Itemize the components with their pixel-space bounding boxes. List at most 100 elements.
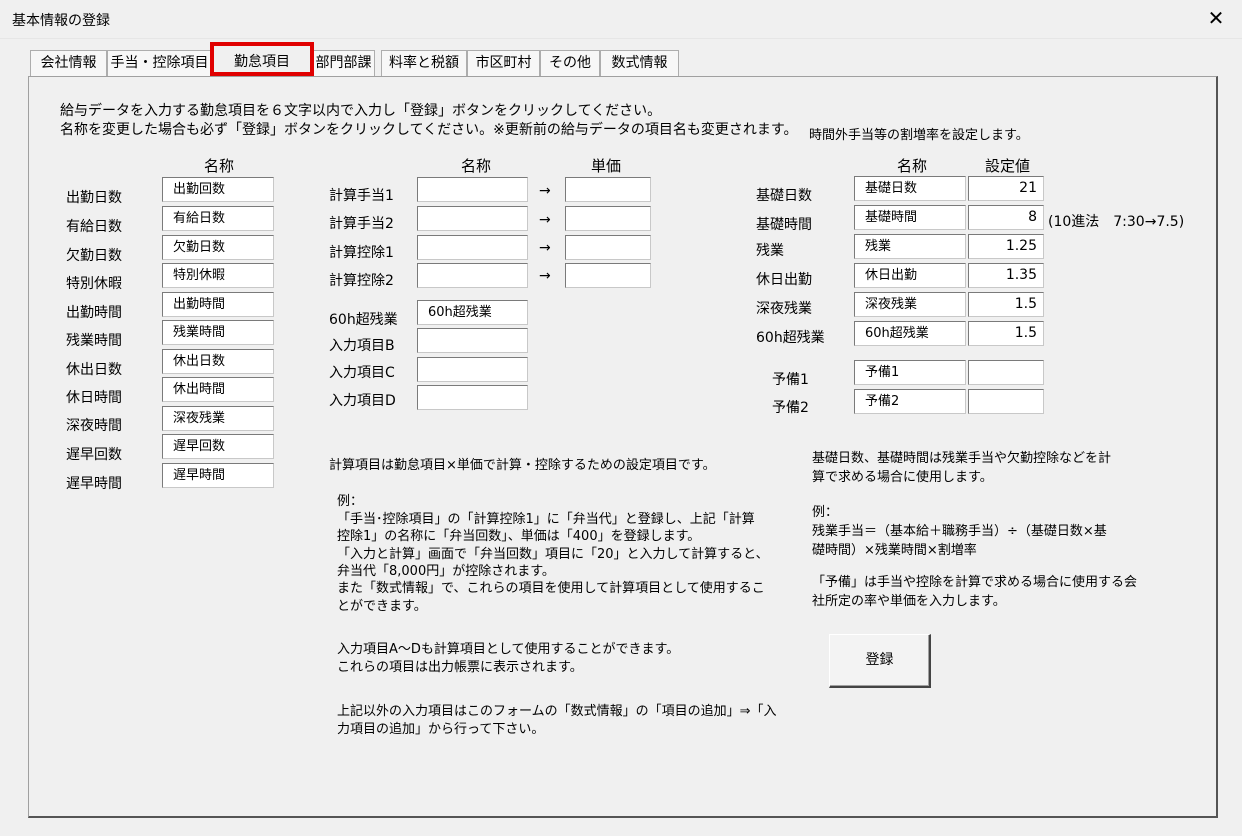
reserve-value-field[interactable] bbox=[968, 360, 1044, 385]
rate-name-field[interactable]: 残業 bbox=[854, 234, 966, 259]
example-line: とができます。 bbox=[337, 599, 427, 614]
intro-line-1: 給与データを入力する勤怠項目を６文字以内で入力し「登録」ボタンをクリックしてくだ… bbox=[60, 103, 662, 119]
attendance-name-field[interactable]: 深夜残業 bbox=[162, 406, 274, 431]
calc-name-field[interactable] bbox=[417, 177, 528, 202]
example-line: 弁当代「8,000円」が控除されます。 bbox=[337, 564, 555, 579]
calc-name-field[interactable] bbox=[417, 235, 528, 260]
input-note-line: 入力項目A～Dも計算項目として使用することができます。 bbox=[337, 642, 680, 657]
calc-price-field[interactable] bbox=[565, 263, 651, 288]
decimal-note: (10進法 7:30→7.5) bbox=[1048, 214, 1185, 230]
left-label: 深夜時間 bbox=[66, 418, 122, 434]
calc-note: 計算項目は勤怠項目×単価で計算・控除するための設定項目です。 bbox=[329, 458, 716, 473]
rate-value-field[interactable]: 1.25 bbox=[968, 234, 1044, 259]
calc-price-field[interactable] bbox=[565, 206, 651, 231]
close-icon[interactable]: ✕ bbox=[1204, 6, 1228, 30]
other-note-line: 力項目の追加」から行って下さい。 bbox=[337, 722, 545, 737]
attendance-name-field[interactable]: 残業時間 bbox=[162, 320, 274, 345]
tab-other[interactable]: その他 bbox=[540, 50, 600, 76]
rate-value-field[interactable]: 1.35 bbox=[968, 263, 1044, 288]
tab-rates-taxes[interactable]: 料率と税額 bbox=[381, 50, 467, 76]
input-name-field[interactable] bbox=[417, 357, 528, 382]
attendance-name-field[interactable]: 欠勤日数 bbox=[162, 235, 274, 260]
left-label: 休出日数 bbox=[66, 362, 122, 378]
calc-label: 計算手当2 bbox=[329, 216, 394, 232]
left-label: 残業時間 bbox=[66, 333, 122, 349]
input-label: 入力項目D bbox=[329, 393, 396, 409]
calc-name-field[interactable] bbox=[417, 263, 528, 288]
rate-label: 60h超残業 bbox=[756, 330, 825, 346]
left-label: 欠勤日数 bbox=[66, 248, 122, 264]
rate-name-field[interactable]: 休日出勤 bbox=[854, 263, 966, 288]
arrow-icon: → bbox=[539, 212, 551, 228]
reserve-name-field[interactable]: 予備1 bbox=[854, 360, 966, 385]
rate-name-field[interactable]: 基礎時間 bbox=[854, 205, 966, 230]
attendance-name-field[interactable]: 特別休暇 bbox=[162, 263, 274, 288]
rate-name-field[interactable]: 60h超残業 bbox=[854, 321, 966, 346]
input-name-field[interactable] bbox=[417, 328, 528, 353]
calc-name-field[interactable] bbox=[417, 206, 528, 231]
tab-attendance[interactable]: 勤怠項目 bbox=[210, 42, 314, 76]
rate-name-field[interactable]: 深夜残業 bbox=[854, 292, 966, 317]
left-label: 出勤時間 bbox=[66, 305, 122, 321]
example-line: 控除1」の名称に「弁当回数」、単価は「400」を登録します。 bbox=[337, 529, 701, 544]
attendance-name-field[interactable]: 休出時間 bbox=[162, 377, 274, 402]
rate-value-field[interactable]: 1.5 bbox=[968, 321, 1044, 346]
middle-header-price: 単価 bbox=[591, 157, 622, 175]
rate-value-field[interactable]: 1.5 bbox=[968, 292, 1044, 317]
input-note-line: これらの項目は出力帳票に表示されます。 bbox=[337, 660, 583, 675]
register-button[interactable]: 登録 bbox=[829, 634, 931, 688]
left-label: 有給日数 bbox=[66, 219, 122, 235]
calc-label: 計算控除2 bbox=[329, 273, 394, 289]
left-label: 休日時間 bbox=[66, 390, 122, 406]
reserve-label: 予備1 bbox=[772, 372, 809, 388]
rate-label: 深夜残業 bbox=[756, 301, 812, 317]
right-header-value: 設定値 bbox=[985, 157, 1031, 175]
reserve-note-line: 「予備」は手当や控除を計算で求める場合に使用する会 bbox=[812, 575, 1138, 590]
rate-caption: 時間外手当等の割増率を設定します。 bbox=[809, 128, 1029, 143]
input-name-field[interactable] bbox=[417, 385, 528, 410]
example-line: 「入力と計算」画面で「弁当回数」項目に「20」と入力して計算すると、 bbox=[337, 547, 769, 562]
calc-price-field[interactable] bbox=[565, 235, 651, 260]
formula-note-line: 例： bbox=[812, 505, 839, 520]
attendance-name-field[interactable]: 出勤回数 bbox=[162, 177, 274, 202]
calc-label: 計算手当1 bbox=[329, 188, 394, 204]
tab-municipality[interactable]: 市区町村 bbox=[467, 50, 540, 76]
other-note-line: 上記以外の入力項目はこのフォームの「数式情報」の「項目の追加」⇒「入 bbox=[337, 704, 777, 719]
left-label: 遅早回数 bbox=[66, 447, 122, 463]
example-line: 「手当･控除項目」の「計算控除1」に「弁当代」と登録し、上記「計算 bbox=[337, 512, 755, 527]
intro-line-2: 名称を変更した場合も必ず「登録」ボタンをクリックしてください。※更新前の給与デー… bbox=[60, 122, 798, 138]
tab-formula-info[interactable]: 数式情報 bbox=[600, 50, 679, 76]
arrow-icon: → bbox=[539, 268, 551, 284]
attendance-panel: 給与データを入力する勤怠項目を６文字以内で入力し「登録」ボタンをクリックしてくだ… bbox=[28, 76, 1218, 818]
tab-company-info[interactable]: 会社情報 bbox=[30, 50, 107, 76]
rate-label: 残業 bbox=[756, 243, 784, 259]
rate-value-field[interactable]: 8 bbox=[968, 205, 1044, 230]
reserve-note-line: 社所定の率や単価を入力します。 bbox=[812, 594, 1006, 609]
formula-note-line: 残業手当＝（基本給＋職務手当）÷（基礎日数×基 bbox=[812, 524, 1107, 539]
input-label: 入力項目C bbox=[329, 365, 395, 381]
title-bar: 基本情報の登録 ✕ bbox=[0, 0, 1242, 38]
rate-label: 休日出勤 bbox=[756, 272, 812, 288]
calc-price-field[interactable] bbox=[565, 177, 651, 202]
window-title: 基本情報の登録 bbox=[12, 13, 110, 29]
middle-header-name: 名称 bbox=[461, 157, 492, 175]
reserve-value-field[interactable] bbox=[968, 389, 1044, 414]
attendance-name-field[interactable]: 遅早時間 bbox=[162, 463, 274, 488]
input-label: 入力項目B bbox=[329, 338, 395, 354]
rate-label: 基礎日数 bbox=[756, 188, 812, 204]
formula-note-line: 礎時間）×残業時間×割増率 bbox=[812, 543, 977, 558]
attendance-name-field[interactable]: 出勤時間 bbox=[162, 292, 274, 317]
reserve-label: 予備2 bbox=[772, 400, 809, 416]
attendance-name-field[interactable]: 遅早回数 bbox=[162, 434, 274, 459]
input-name-field[interactable]: 60h超残業 bbox=[417, 300, 528, 325]
tab-department[interactable]: 部門部課 bbox=[312, 50, 375, 76]
attendance-name-field[interactable]: 有給日数 bbox=[162, 206, 274, 231]
rate-label: 基礎時間 bbox=[756, 217, 812, 233]
tab-allowance-deduction[interactable]: 手当・控除項目 bbox=[107, 50, 212, 76]
example-line: 例： bbox=[337, 494, 364, 509]
attendance-name-field[interactable]: 休出日数 bbox=[162, 349, 274, 374]
reserve-name-field[interactable]: 予備2 bbox=[854, 389, 966, 414]
left-label: 特別休暇 bbox=[66, 276, 122, 292]
rate-name-field[interactable]: 基礎日数 bbox=[854, 176, 966, 201]
rate-value-field[interactable]: 21 bbox=[968, 176, 1044, 201]
